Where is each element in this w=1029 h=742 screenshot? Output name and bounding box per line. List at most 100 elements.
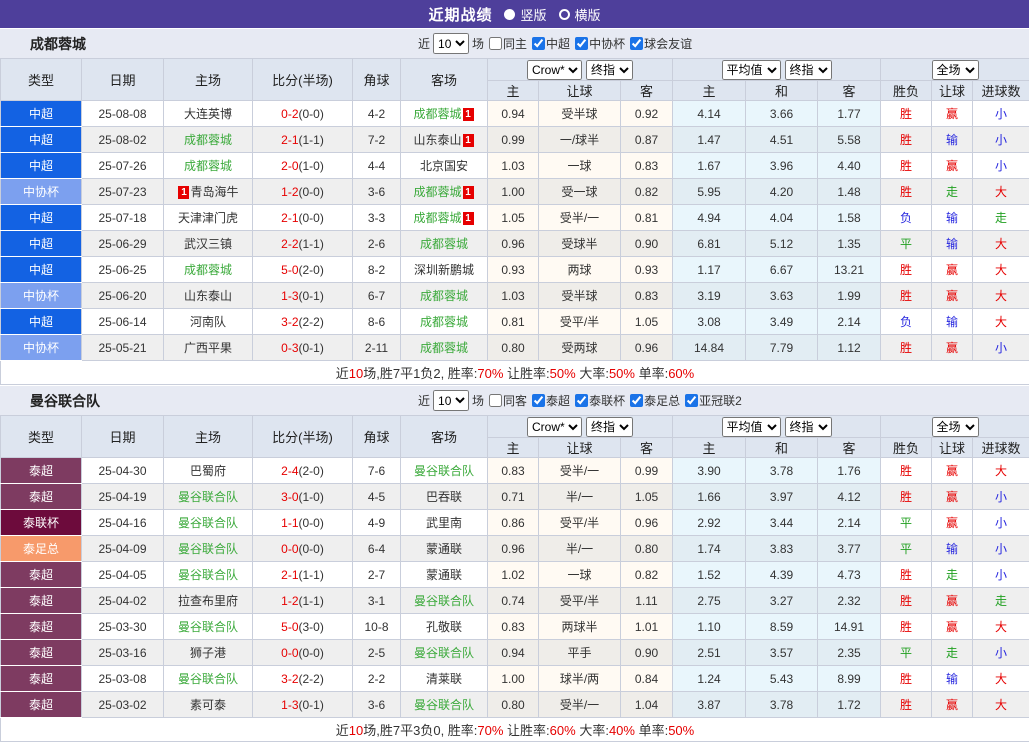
layout-radio-horizontal[interactable]: 横版 [559,5,601,24]
filter-controls: 近10场同主中超中协杯球会友谊 [418,29,692,58]
away-team-cell: 武里南 [401,510,488,536]
checkbox-input[interactable] [532,394,545,407]
checkbox-label: 中超 [546,35,570,52]
filter-checkbox-中协杯[interactable]: 中协杯 [575,35,625,52]
checkbox-input[interactable] [489,394,502,407]
odds-select-Crow*[interactable]: Crow* [527,60,582,80]
avg-draw: 3.57 [746,640,818,666]
stat-value: 50% [668,723,694,738]
checkbox-input[interactable] [489,37,502,50]
away-team-cell: 深圳新鹏城 [401,257,488,283]
top-title-bar: 近期战绩 竖版 横版 [0,0,1029,28]
games-count-select[interactable]: 10 [433,33,469,54]
column-header-类型: 类型 [1,59,82,101]
stat-label: 让胜率: [503,723,549,738]
odds-select-全场[interactable]: 全场 [932,417,979,437]
filter-checkbox-泰联杯[interactable]: 泰联杯 [575,392,625,409]
corner-count: 7-2 [353,127,401,153]
avg-away: 14.91 [818,614,881,640]
checkbox-input[interactable] [685,394,698,407]
avg-away: 1.76 [818,458,881,484]
odds-select-终指[interactable]: 终指 [586,417,633,437]
odds-handicap: 受半/一 [539,692,621,718]
odds-select-终指[interactable]: 终指 [586,60,633,80]
score-cell: 2-1(0-0) [253,205,353,231]
result-handicap: 输 [932,127,973,153]
away-team-cell: 北京国安 [401,153,488,179]
home-team-name: 巴蜀府 [190,464,226,478]
checkbox-input[interactable] [575,394,588,407]
stat-label: 近 [336,366,349,381]
result-goals: 小 [973,484,1029,510]
filter-checkbox-泰足总[interactable]: 泰足总 [630,392,680,409]
odds-home: 1.03 [488,283,539,309]
checkbox-input[interactable] [532,37,545,50]
avg-away: 2.14 [818,510,881,536]
avg-away: 13.21 [818,257,881,283]
league-type-cell: 中超 [1,127,82,153]
checkbox-input[interactable] [630,394,643,407]
halftime-score: (0-1) [299,341,324,355]
stat-value: 10 [349,723,363,738]
stat-label: 场,胜7平1负2, 胜率: [363,366,477,381]
summary-stats: 近10场,胜7平1负2, 胜率:70% 让胜率:50% 大率:50% 单率:60… [1,361,1029,385]
league-type-cell: 中超 [1,205,82,231]
odds-handicap: 受球半 [539,231,621,257]
result-goals: 大 [973,179,1029,205]
match-row: 泰超25-04-19曼谷联合队3-0(1-0)4-5巴吞联0.71半/一1.05… [1,484,1029,510]
odds-away: 0.82 [621,179,673,205]
home-team-name: 曼谷联合队 [178,516,238,530]
avg-draw: 3.83 [746,536,818,562]
corner-count: 8-6 [353,309,401,335]
avg-away: 5.58 [818,127,881,153]
away-team-cell: 曼谷联合队 [401,588,488,614]
summary-row: 近10场,胜7平3负0, 胜率:70% 让胜率:60% 大率:40% 单率:50… [1,718,1029,742]
checkbox-input[interactable] [575,37,588,50]
filter-checkbox-泰超[interactable]: 泰超 [532,392,570,409]
odds-select-终指[interactable]: 终指 [785,417,832,437]
away-team-name: 成都蓉城1 [413,185,474,199]
result-goals: 小 [973,510,1029,536]
layout-radio-vertical[interactable]: 竖版 [504,5,546,24]
near-label: 近 [418,392,430,409]
away-team-cell: 山东泰山1 [401,127,488,153]
odds-select-全场[interactable]: 全场 [932,60,979,80]
sub-header-让球: 让球 [932,438,973,458]
filter-checkbox-中超[interactable]: 中超 [532,35,570,52]
odds-handicap: 两球半 [539,614,621,640]
halftime-score: (1-1) [299,594,324,608]
odds-select-平均值[interactable]: 平均值 [722,417,781,437]
filter-checkbox-同客[interactable]: 同客 [489,392,527,409]
filter-checkbox-球会友谊[interactable]: 球会友谊 [630,35,692,52]
checkbox-label: 亚冠联2 [699,392,742,409]
odds-home: 0.83 [488,614,539,640]
score-cell: 1-3(0-1) [253,692,353,718]
filter-checkbox-亚冠联2[interactable]: 亚冠联2 [685,392,742,409]
result-goals: 小 [973,153,1029,179]
result-winloss: 平 [881,231,932,257]
odds-home: 0.80 [488,692,539,718]
home-team-cell: 天津津门虎 [164,205,253,231]
home-team-name: 狮子港 [190,646,226,660]
halftime-score: (0-1) [299,698,324,712]
checkbox-input[interactable] [630,37,643,50]
odds-handicap: 一球 [539,153,621,179]
odds-away: 0.81 [621,205,673,231]
odds-select-终指[interactable]: 终指 [785,60,832,80]
result-handicap: 赢 [932,614,973,640]
halftime-score: (1-1) [299,237,324,251]
corner-count: 4-5 [353,484,401,510]
checkbox-label: 同客 [503,392,527,409]
corner-count: 2-7 [353,562,401,588]
avg-home: 1.24 [673,666,746,692]
away-team-cell: 成都蓉城1 [401,101,488,127]
odds-select-Crow*[interactable]: Crow* [527,417,582,437]
filter-checkbox-同主[interactable]: 同主 [489,35,527,52]
score-cell: 2-1(1-1) [253,127,353,153]
league-type-cell: 中协杯 [1,335,82,361]
column-header-主场: 主场 [164,416,253,458]
home-team-name: 河南队 [190,315,226,329]
avg-draw: 6.67 [746,257,818,283]
odds-select-平均值[interactable]: 平均值 [722,60,781,80]
games-count-select[interactable]: 10 [433,390,469,411]
